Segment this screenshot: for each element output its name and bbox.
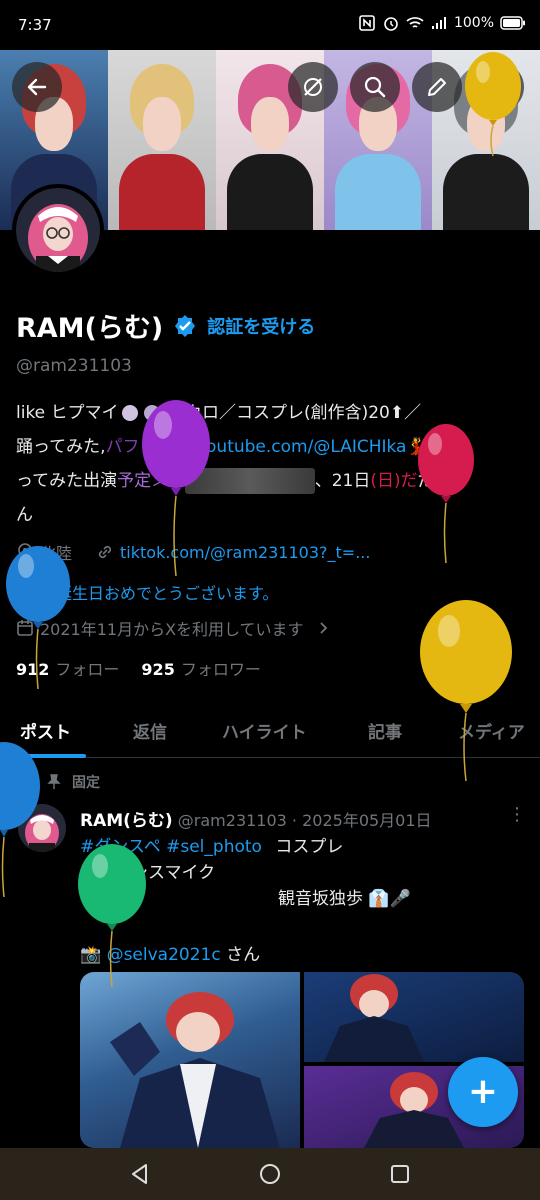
nav-recents-icon[interactable] (388, 1162, 412, 1186)
verified-badge-icon (175, 314, 196, 337)
battery-icon (500, 16, 525, 30)
grok-button[interactable] (288, 62, 338, 112)
post-line-3: 観音坂独歩 👔🎤 (278, 889, 411, 909)
youtube-link[interactable]: youtube.com/@LAICHIka (196, 437, 407, 457)
signal-icon (431, 17, 446, 29)
tab-highlights[interactable]: ハイライト (222, 718, 307, 743)
status-time: 7:37 (18, 16, 52, 34)
balloon-yellow-large (420, 600, 512, 782)
pinned-indicator: 固定 (46, 772, 100, 792)
grok-icon (304, 78, 322, 96)
compose-post-button[interactable]: + (448, 1057, 518, 1127)
followers-link[interactable]: 925 フォロワー (141, 656, 260, 680)
post-photo-1[interactable] (80, 972, 300, 1148)
alarm-icon (384, 17, 398, 31)
status-bar: 7:37 100% (0, 0, 540, 50)
get-verified-link[interactable]: 認証を受ける (207, 313, 315, 339)
post-header: RAM(らむ) @ram231103 · 2025年05月01日 (80, 806, 432, 831)
edit-button[interactable] (412, 62, 462, 112)
pencil-icon (428, 78, 446, 96)
back-arrow-icon (27, 78, 47, 96)
balloon-blue-edge (0, 742, 40, 898)
balloon-blue (6, 546, 70, 690)
post-author-name[interactable]: RAM(らむ) (80, 811, 173, 831)
profile-handle: @ram231103 (16, 356, 132, 376)
joined-date: 2021年11月からXを利用しています (40, 620, 304, 639)
photo-cosplayer (324, 974, 424, 1062)
chevron-right-icon (319, 622, 327, 634)
pin-icon (47, 774, 61, 789)
link-icon (98, 545, 112, 559)
balloon-purple (142, 400, 210, 577)
back-button[interactable] (12, 62, 62, 112)
post-media-grid (80, 972, 524, 1148)
nfc-icon (359, 15, 375, 31)
plus-icon: + (467, 1071, 499, 1112)
nav-back-icon[interactable] (128, 1162, 152, 1186)
tab-replies[interactable]: 返信 (133, 718, 167, 743)
avatar-portrait (16, 188, 100, 272)
profile-name: RAM(らむ) (16, 313, 164, 344)
balloon-red (418, 424, 474, 564)
status-icons: 100% (358, 15, 526, 31)
profile-name-row: RAM(らむ) 認証を受ける (16, 306, 315, 345)
tab-articles[interactable]: 記事 (368, 718, 402, 743)
balloon-yellow (465, 52, 521, 157)
wifi-icon (406, 17, 424, 28)
post-photo-2[interactable] (304, 972, 524, 1062)
search-icon (364, 76, 386, 98)
post-meta: @ram231103 · 2025年05月01日 (177, 811, 432, 830)
balloon-green (78, 844, 146, 988)
hashtag-link[interactable]: #sel_photo (166, 837, 262, 857)
post-more-button[interactable]: ⋮ (508, 804, 526, 825)
battery-percent: 100% (453, 15, 494, 31)
avatar-photo (16, 188, 100, 272)
search-button[interactable] (350, 62, 400, 112)
nav-home-icon[interactable] (258, 1162, 282, 1186)
system-nav-bar (0, 1148, 540, 1200)
banner-photo-2 (108, 50, 216, 230)
photo-cosplayer (110, 992, 280, 1148)
profile-avatar[interactable] (12, 184, 104, 276)
